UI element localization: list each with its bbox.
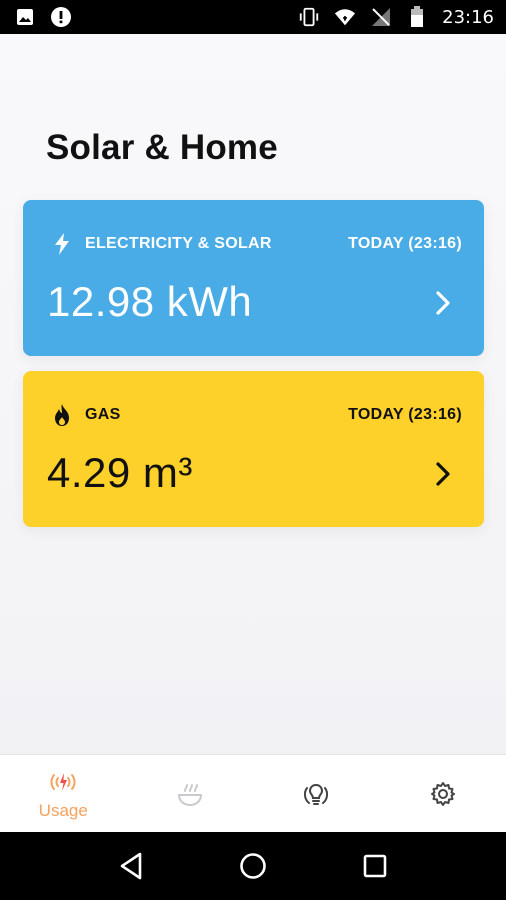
lightning-icon <box>51 233 73 255</box>
gas-label-group: GAS <box>51 404 121 426</box>
gas-card[interactable]: GAS TODAY (23:16) 4.29 m³ <box>23 371 484 527</box>
lightbulb-icon <box>304 783 329 805</box>
usage-icon <box>50 772 76 791</box>
electricity-card[interactable]: ELECTRICITY & SOLAR TODAY (23:16) 12.98 … <box>23 200 484 356</box>
nav-usage[interactable]: Usage <box>0 755 127 832</box>
electricity-value: 12.98 kWh <box>47 278 253 325</box>
status-time: 23:16 <box>442 6 494 28</box>
status-bar: 23:16 <box>0 0 506 34</box>
gas-value: 4.29 m³ <box>47 449 193 496</box>
wifi-icon <box>334 6 356 28</box>
home-icon <box>240 853 266 879</box>
battery-icon <box>406 6 428 28</box>
no-signal-icon <box>370 6 392 28</box>
gas-date: TODAY (23:16) <box>348 406 462 423</box>
back-icon <box>120 852 142 880</box>
gear-icon <box>430 781 455 806</box>
back-button[interactable] <box>111 846 151 886</box>
page-title: Solar & Home <box>46 128 278 167</box>
gas-label: GAS <box>85 406 121 423</box>
vibrate-icon <box>298 6 320 28</box>
electricity-date: TODAY (23:16) <box>348 235 462 252</box>
flame-icon <box>51 404 73 426</box>
chevron-right-icon <box>436 462 450 486</box>
main-content: Solar & Home ELECTRICITY & SOLAR TODAY (… <box>0 34 506 754</box>
gas-card-header: GAS TODAY (23:16) <box>51 404 462 426</box>
nav-usage-label: Usage <box>38 800 88 820</box>
system-nav-bar <box>0 832 506 900</box>
nav-settings[interactable] <box>380 755 506 832</box>
chevron-right-icon <box>436 291 450 315</box>
electricity-card-header: ELECTRICITY & SOLAR TODAY (23:16) <box>51 233 462 255</box>
nav-cooking[interactable] <box>127 755 254 832</box>
recents-icon <box>363 854 387 878</box>
image-icon <box>14 6 36 28</box>
alert-icon <box>50 6 72 28</box>
recents-button[interactable] <box>355 846 395 886</box>
cooking-pot-icon <box>177 783 202 806</box>
nav-insights[interactable] <box>253 755 380 832</box>
electricity-label-group: ELECTRICITY & SOLAR <box>51 233 272 255</box>
home-button[interactable] <box>233 846 273 886</box>
bottom-nav: Usage <box>0 754 506 832</box>
electricity-label: ELECTRICITY & SOLAR <box>85 235 272 252</box>
status-left <box>14 6 72 28</box>
status-right: 23:16 <box>298 6 494 28</box>
